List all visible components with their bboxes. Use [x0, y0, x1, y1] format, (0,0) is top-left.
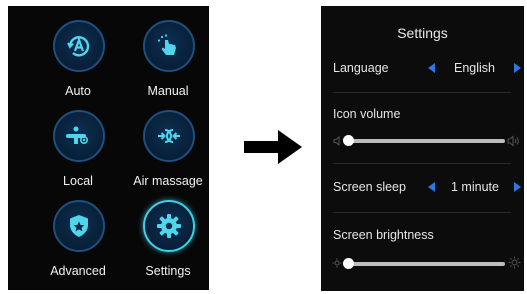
manual-label: Manual: [147, 84, 189, 98]
divider: [333, 163, 511, 164]
settings-button[interactable]: [143, 200, 195, 252]
air-arrows-icon: [158, 129, 180, 143]
advanced-button[interactable]: [53, 200, 105, 252]
manual-tile[interactable]: Manual: [118, 12, 208, 102]
brightness-low-icon: [332, 258, 342, 268]
language-prev-button[interactable]: [428, 63, 435, 73]
local-tile[interactable]: Local: [28, 102, 118, 192]
screen-brightness-slider-track[interactable]: [347, 262, 505, 266]
icon-volume-slider-track[interactable]: [347, 139, 505, 143]
settings-label: Settings: [145, 264, 191, 278]
main-menu-screen: Auto Manual Local Air massage Advanced S…: [8, 6, 209, 290]
auto-a-icon: [67, 36, 90, 57]
divider: [333, 212, 511, 213]
air-massage-label: Air massage: [133, 174, 203, 188]
advanced-tile[interactable]: Advanced: [28, 192, 118, 282]
manual-button[interactable]: [143, 20, 195, 72]
gear-icon: [157, 214, 181, 238]
air-massage-tile[interactable]: Air massage: [118, 102, 208, 192]
screen-sleep-prev-button[interactable]: [428, 182, 435, 192]
volume-low-icon: [333, 136, 340, 146]
local-button[interactable]: [53, 110, 105, 162]
screen-sleep-next-button[interactable]: [514, 182, 521, 192]
screen-sleep-label: Screen sleep: [333, 180, 406, 194]
settings-screen: Settings Language English Icon volume Sc…: [321, 6, 524, 291]
divider: [333, 92, 511, 93]
screen-brightness-label: Screen brightness: [333, 228, 434, 242]
language-label: Language: [333, 61, 389, 75]
air-massage-button[interactable]: [143, 110, 195, 162]
local-massage-icon: [66, 126, 88, 145]
screen-brightness-slider-handle[interactable]: [343, 258, 354, 269]
icon-volume-slider-handle[interactable]: [343, 135, 354, 146]
volume-high-icon: [507, 135, 519, 147]
right-arrow-icon: [244, 130, 302, 164]
auto-tile[interactable]: Auto: [28, 12, 118, 102]
shield-star-icon: [70, 215, 88, 237]
language-next-button[interactable]: [514, 63, 521, 73]
language-value: English: [454, 61, 495, 75]
brightness-high-icon: [508, 256, 521, 269]
screen-sleep-value: 1 minute: [451, 180, 499, 194]
icon-volume-label: Icon volume: [333, 107, 401, 121]
auto-button[interactable]: [53, 20, 105, 72]
page-title: Settings: [397, 25, 448, 41]
settings-tile[interactable]: Settings: [118, 192, 208, 282]
hand-pointer-icon: [157, 34, 176, 55]
